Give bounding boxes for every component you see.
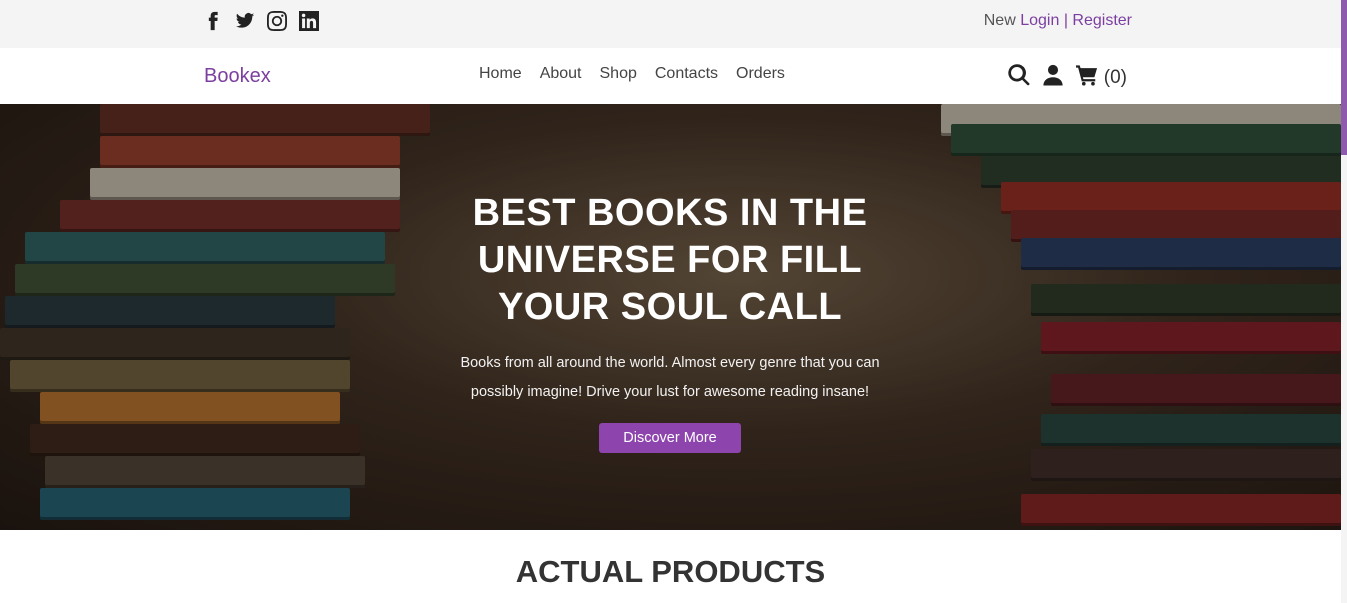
hero-banner: BEST BOOKS IN THE UNIVERSE FOR FILL YOUR… <box>0 104 1341 530</box>
hero-title: BEST BOOKS IN THE UNIVERSE FOR FILL YOUR… <box>472 192 868 328</box>
auth-prefix: New <box>983 12 1016 29</box>
brand-logo[interactable]: Bookex <box>204 65 271 88</box>
facebook-icon[interactable] <box>203 11 223 31</box>
nav-orders[interactable]: Orders <box>736 65 785 83</box>
section-title-products: ACTUAL PRODUCTS <box>515 554 826 589</box>
nav-tools: (0) <box>1008 64 1127 91</box>
hero-subtitle: Books from all around the world. Almost … <box>460 355 880 400</box>
search-icon[interactable] <box>1008 64 1030 91</box>
page-scrollbar[interactable] <box>1341 0 1347 603</box>
top-bar: New Login | Register <box>0 0 1341 48</box>
cart-count[interactable]: (0) <box>1104 67 1127 89</box>
cart-icon[interactable] <box>1075 64 1098 91</box>
auth-links: New Login | Register <box>984 12 1132 30</box>
nav-shop[interactable]: Shop <box>600 65 637 83</box>
register-link[interactable]: Register <box>1072 12 1132 29</box>
twitter-icon[interactable] <box>235 11 255 31</box>
auth-separator: | <box>1063 12 1068 29</box>
hero-content: BEST BOOKS IN THE UNIVERSE FOR FILL YOUR… <box>420 190 920 453</box>
user-icon[interactable] <box>1042 64 1064 91</box>
nav-home[interactable]: Home <box>479 65 522 83</box>
social-links <box>203 11 319 31</box>
login-link[interactable]: Login <box>1020 12 1059 29</box>
discover-more-button[interactable]: Discover More <box>599 423 741 453</box>
nav-about[interactable]: About <box>540 65 582 83</box>
linkedin-icon[interactable] <box>299 11 319 31</box>
scrollbar-thumb[interactable] <box>1341 0 1347 155</box>
main-navbar: Bookex Home About Shop Contacts Orders (… <box>0 48 1341 104</box>
main-menu: Home About Shop Contacts Orders <box>479 65 785 83</box>
instagram-icon[interactable] <box>267 11 287 31</box>
nav-contacts[interactable]: Contacts <box>655 65 718 83</box>
